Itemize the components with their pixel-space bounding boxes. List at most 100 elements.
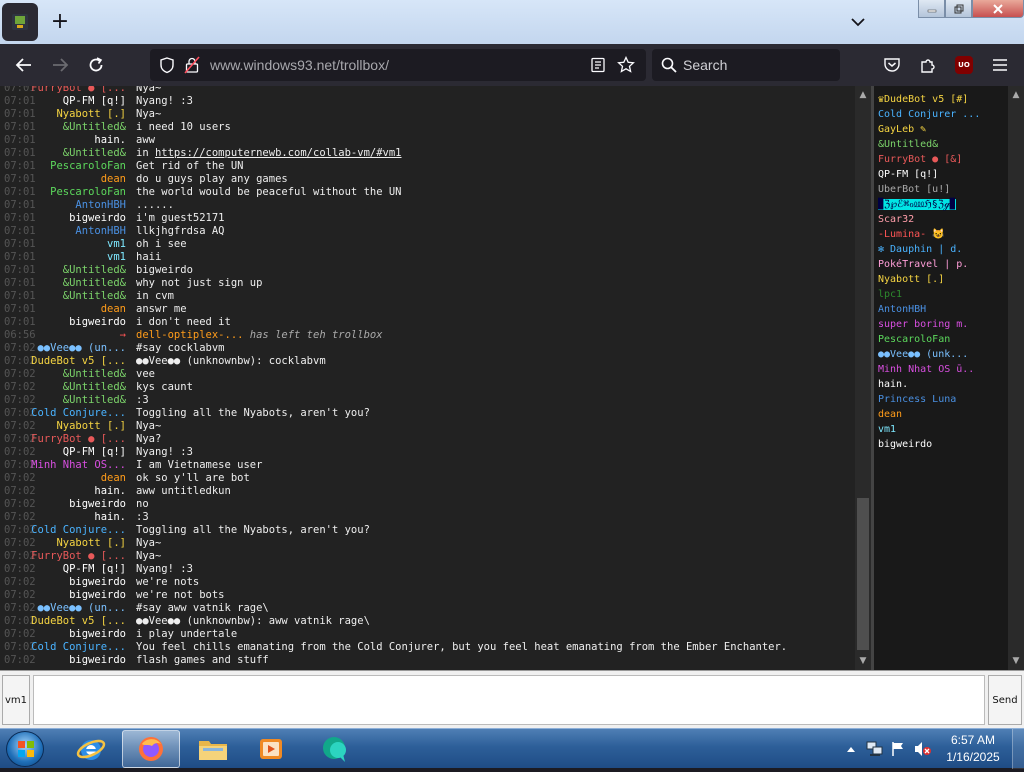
users-list-scrollbar[interactable]: ▲ ▼ bbox=[1008, 86, 1024, 670]
message-nickname[interactable]: PescaroloFan bbox=[50, 160, 126, 173]
message-nickname[interactable]: Nyabott [.] bbox=[56, 420, 126, 433]
scroll-down-arrow-icon[interactable]: ▼ bbox=[1008, 654, 1024, 668]
close-window-button[interactable] bbox=[972, 0, 1024, 18]
online-user[interactable]: Nyabott [.] bbox=[878, 272, 1006, 287]
online-user[interactable]: AntonHBH bbox=[878, 302, 1006, 317]
ublock-origin-button[interactable]: UO bbox=[952, 53, 976, 77]
network-icon[interactable] bbox=[866, 741, 884, 757]
message-nickname[interactable]: DudeBot v5 [... bbox=[31, 355, 126, 368]
maximize-button[interactable] bbox=[945, 0, 972, 18]
online-user[interactable]: lpc1 bbox=[878, 287, 1006, 302]
message-nickname[interactable]: &Untitled& bbox=[63, 368, 126, 381]
message-nickname[interactable]: bigweirdo bbox=[69, 654, 126, 667]
message-nickname[interactable]: bigweirdo bbox=[69, 316, 126, 329]
minimize-button[interactable] bbox=[918, 0, 945, 18]
message-nickname[interactable]: PescaroloFan bbox=[50, 186, 126, 199]
online-user[interactable]: Minh Nhat OS ū.. bbox=[878, 362, 1006, 377]
extensions-button[interactable] bbox=[916, 53, 940, 77]
online-user[interactable]: UberBot [u!] bbox=[878, 182, 1006, 197]
nickname-button[interactable]: vm1 bbox=[2, 675, 30, 725]
scroll-up-arrow-icon[interactable]: ▲ bbox=[855, 88, 871, 102]
message-nickname[interactable]: dean bbox=[101, 303, 126, 316]
message-nickname[interactable]: AntonHBH bbox=[75, 225, 126, 238]
message-nickname[interactable]: QP-FM [q!] bbox=[63, 95, 126, 108]
online-user[interactable]: QP-FM [q!] bbox=[878, 167, 1006, 182]
shield-icon[interactable] bbox=[158, 56, 176, 74]
online-user[interactable]: GayLeb ✎ bbox=[878, 122, 1006, 137]
taskbar-media-player[interactable] bbox=[242, 730, 300, 768]
bookmark-star-icon[interactable] bbox=[617, 56, 635, 74]
message-nickname[interactable]: dean bbox=[101, 472, 126, 485]
scroll-down-arrow-icon[interactable]: ▼ bbox=[855, 654, 871, 668]
message-nickname[interactable]: DudeBot v5 [... bbox=[31, 615, 126, 628]
online-user[interactable]: vm1 bbox=[878, 422, 1006, 437]
message-nickname[interactable]: &Untitled& bbox=[63, 147, 126, 160]
taskbar-internet-explorer[interactable] bbox=[62, 730, 120, 768]
message-nickname[interactable]: bigweirdo bbox=[69, 576, 126, 589]
message-nickname[interactable]: &Untitled& bbox=[63, 121, 126, 134]
list-all-tabs-button[interactable] bbox=[846, 10, 870, 34]
message-nickname[interactable]: bigweirdo bbox=[69, 498, 126, 511]
back-button[interactable] bbox=[12, 53, 36, 77]
reload-button[interactable] bbox=[84, 53, 108, 77]
online-user[interactable]: Princess Luna bbox=[878, 392, 1006, 407]
scrollbar-thumb[interactable] bbox=[857, 498, 869, 650]
start-button[interactable] bbox=[6, 731, 44, 767]
message-nickname[interactable]: &Untitled& bbox=[63, 290, 126, 303]
message-nickname[interactable]: ●●Vee●● (un... bbox=[37, 602, 126, 615]
message-link[interactable]: https://computernewb.com/collab-vm/#vm1 bbox=[155, 147, 402, 159]
app-menu-button[interactable] bbox=[988, 53, 1012, 77]
show-hidden-icons-arrow-icon[interactable] bbox=[846, 745, 856, 753]
message-nickname[interactable]: vm1 bbox=[107, 251, 126, 264]
message-nickname[interactable]: hain. bbox=[94, 134, 126, 147]
online-user[interactable]: -Lumina- 😺 bbox=[878, 227, 1006, 242]
online-user[interactable]: super boring m. bbox=[878, 317, 1006, 332]
message-nickname[interactable]: &Untitled& bbox=[63, 394, 126, 407]
message-nickname[interactable]: dean bbox=[101, 173, 126, 186]
trollbox-message-log[interactable]: 07:01 FurryBot ● [... Nya~ 07:01 QP-FM [q!] N… bbox=[0, 86, 855, 670]
online-user[interactable]: ▉ℨ℘ℰ⌘ℴ⅏ℌ§ℨℊ▉ bbox=[878, 197, 1006, 212]
new-tab-button[interactable]: + bbox=[46, 9, 74, 37]
message-nickname[interactable]: Cold Conjure... bbox=[31, 407, 126, 420]
online-user[interactable]: FurryBot ● [&] bbox=[878, 152, 1006, 167]
message-nickname[interactable]: Nyabott [.] bbox=[56, 537, 126, 550]
scroll-up-arrow-icon[interactable]: ▲ bbox=[1008, 88, 1024, 102]
message-nickname[interactable]: &Untitled& bbox=[63, 277, 126, 290]
online-user[interactable]: ♛DudeBot v5 [#] bbox=[878, 92, 1006, 107]
message-nickname[interactable]: hain. bbox=[94, 511, 126, 524]
volume-muted-icon[interactable] bbox=[914, 741, 932, 757]
message-nickname[interactable]: Nyabott [.] bbox=[56, 108, 126, 121]
tab-trollbox[interactable] bbox=[2, 3, 38, 41]
send-button[interactable]: Send bbox=[988, 675, 1022, 725]
online-user[interactable]: bigweirdo bbox=[878, 437, 1006, 452]
message-nickname[interactable]: AntonHBH bbox=[75, 199, 126, 212]
online-user[interactable]: PokéTravel | p. bbox=[878, 257, 1006, 272]
message-nickname[interactable]: QP-FM [q!] bbox=[63, 446, 126, 459]
insecure-lock-icon[interactable] bbox=[184, 56, 200, 74]
online-user[interactable]: Scar32 bbox=[878, 212, 1006, 227]
message-nickname[interactable]: vm1 bbox=[107, 238, 126, 251]
online-user[interactable]: ●●Vee●● (unk... bbox=[878, 347, 1006, 362]
message-log-scrollbar[interactable]: ▲ ▼ bbox=[855, 86, 871, 670]
forward-button[interactable] bbox=[48, 53, 72, 77]
online-user[interactable]: &Untitled& bbox=[878, 137, 1006, 152]
message-nickname[interactable]: Cold Conjure... bbox=[31, 641, 126, 654]
taskbar-clock[interactable]: 6:57 AM 1/16/2025 bbox=[936, 732, 1010, 766]
message-nickname[interactable]: FurryBot ● [... bbox=[31, 433, 126, 446]
show-desktop-button[interactable] bbox=[1012, 729, 1024, 769]
reader-view-icon[interactable] bbox=[590, 57, 606, 73]
search-bar[interactable]: Search bbox=[652, 49, 840, 81]
online-user[interactable]: ✻ Dauphin | d. bbox=[878, 242, 1006, 257]
message-nickname[interactable]: FurryBot ● [... bbox=[31, 86, 126, 95]
message-input[interactable] bbox=[33, 675, 985, 725]
online-user[interactable]: Cold Conjurer ... bbox=[878, 107, 1006, 122]
message-nickname[interactable]: &Untitled& bbox=[63, 264, 126, 277]
online-user[interactable]: dean bbox=[878, 407, 1006, 422]
url-text[interactable]: www.windows93.net/trollbox/ bbox=[210, 57, 389, 73]
taskbar-chat-app[interactable] bbox=[306, 730, 364, 768]
pocket-button[interactable] bbox=[880, 53, 904, 77]
message-nickname[interactable]: Cold Conjure... bbox=[31, 524, 126, 537]
online-user[interactable]: PescaroloFan bbox=[878, 332, 1006, 347]
taskbar-firefox[interactable] bbox=[122, 730, 180, 768]
message-nickname[interactable]: bigweirdo bbox=[69, 212, 126, 225]
